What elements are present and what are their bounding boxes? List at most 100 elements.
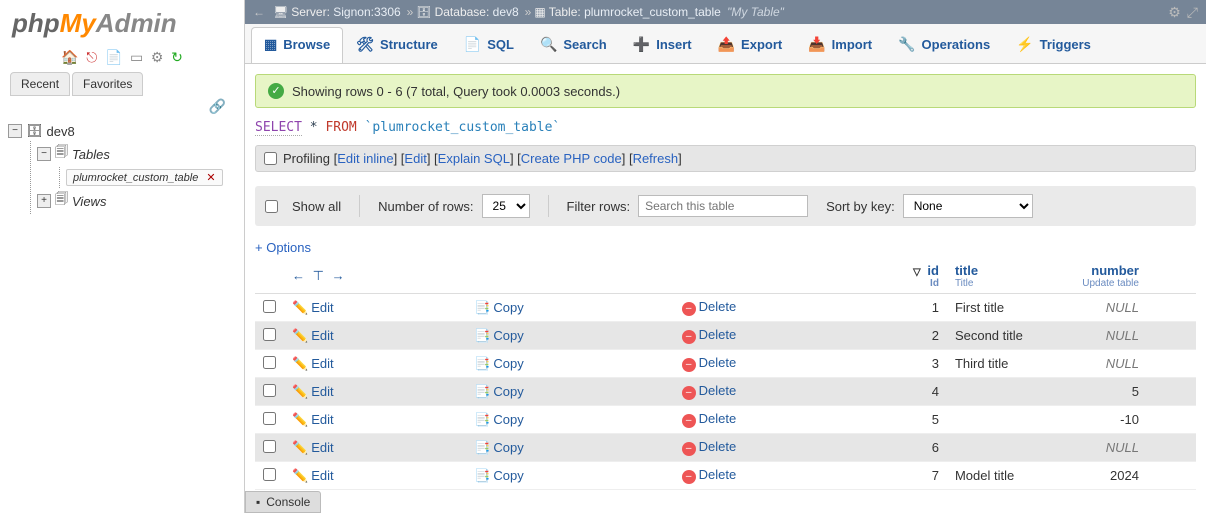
copy-action[interactable]: 📑Copy	[466, 322, 673, 350]
delete-action[interactable]: –Delete	[674, 322, 897, 350]
delete-action[interactable]: –Delete	[674, 294, 897, 322]
docs-icon[interactable]: 📄	[105, 49, 122, 65]
tables-label[interactable]: Tables	[72, 147, 110, 162]
cell-title[interactable]: Second title	[947, 322, 1057, 350]
edit-action[interactable]: ✏️Edit	[284, 406, 466, 434]
cell-id[interactable]: 2	[897, 322, 947, 350]
cell-number[interactable]: NULL	[1057, 294, 1147, 322]
table-chip[interactable]: plumrocket_custom_table ✕	[66, 169, 223, 186]
profiling-checkbox[interactable]	[264, 152, 277, 165]
cell-title[interactable]	[947, 406, 1057, 434]
tab-favorites[interactable]: Favorites	[72, 72, 143, 96]
cell-title[interactable]	[947, 378, 1057, 406]
row-checkbox[interactable]	[263, 468, 276, 481]
tab-import[interactable]: 📥Import	[795, 27, 885, 63]
link-icon[interactable]: 🔗	[0, 96, 244, 117]
row-checkbox[interactable]	[263, 440, 276, 453]
gear-icon[interactable]: ⚙	[1168, 4, 1181, 21]
delete-action[interactable]: –Delete	[674, 434, 897, 462]
filter-input[interactable]	[638, 195, 808, 217]
copy-action[interactable]: 📑Copy	[466, 462, 673, 490]
crumb-server[interactable]: Signon:3306	[333, 5, 400, 19]
console-toggle[interactable]: ▪ Console	[245, 491, 321, 513]
cell-id[interactable]: 5	[897, 406, 947, 434]
tree-toggle[interactable]: −	[37, 147, 51, 161]
cell-number[interactable]: NULL	[1057, 350, 1147, 378]
show-all-label[interactable]: Show all	[265, 199, 341, 214]
tab-browse[interactable]: ▦Browse	[251, 27, 343, 63]
col-id[interactable]: ▽ idId	[897, 259, 947, 294]
crumb-table[interactable]: plumrocket_custom_table	[584, 5, 721, 19]
tab-structure[interactable]: 🛠Structure	[343, 27, 451, 63]
crumb-db[interactable]: dev8	[493, 5, 519, 19]
edit-action[interactable]: ✏️Edit	[284, 378, 466, 406]
close-icon[interactable]: ✕	[206, 171, 215, 184]
copy-action[interactable]: 📑Copy	[466, 434, 673, 462]
delete-action[interactable]: –Delete	[674, 406, 897, 434]
copy-action[interactable]: 📑Copy	[466, 378, 673, 406]
cell-id[interactable]: 1	[897, 294, 947, 322]
tab-sql[interactable]: 📄SQL	[451, 27, 527, 63]
tab-triggers[interactable]: ⚡Triggers	[1003, 27, 1104, 63]
cell-number[interactable]: -10	[1057, 406, 1147, 434]
cell-title[interactable]: First title	[947, 294, 1057, 322]
fit-icon[interactable]: ⊤	[313, 268, 324, 283]
logo[interactable]: phpMyAdmin	[0, 0, 244, 47]
copy-action[interactable]: 📑Copy	[466, 294, 673, 322]
num-rows-select[interactable]: 25	[482, 194, 530, 218]
reload-icon[interactable]: ↻	[171, 49, 183, 65]
tab-search[interactable]: 🔍Search	[527, 27, 620, 63]
delete-action[interactable]: –Delete	[674, 462, 897, 490]
sql-icon[interactable]: ▭	[130, 49, 143, 65]
move-right-icon[interactable]: →	[332, 268, 345, 283]
refresh-link[interactable]: Refresh	[633, 151, 679, 166]
tab-operations[interactable]: 🔧Operations	[885, 27, 1003, 63]
logout-icon[interactable]: ⎋	[86, 49, 97, 65]
tree-toggle[interactable]: −	[8, 124, 22, 138]
create-php-link[interactable]: Create PHP code	[521, 151, 622, 166]
cell-number[interactable]: 2024	[1057, 462, 1147, 490]
delete-action[interactable]: –Delete	[674, 350, 897, 378]
edit-action[interactable]: ✏️Edit	[284, 294, 466, 322]
cell-title[interactable]: Third title	[947, 350, 1057, 378]
db-name[interactable]: dev8	[47, 124, 75, 139]
col-title[interactable]: titleTitle	[947, 259, 1057, 294]
move-left-icon[interactable]: ←	[292, 268, 305, 283]
explain-link[interactable]: Explain SQL	[438, 151, 510, 166]
options-link[interactable]: + Options	[255, 240, 1196, 255]
copy-action[interactable]: 📑Copy	[466, 406, 673, 434]
views-label[interactable]: Views	[72, 194, 106, 209]
tab-recent[interactable]: Recent	[10, 72, 70, 96]
cell-id[interactable]: 6	[897, 434, 947, 462]
cell-number[interactable]: NULL	[1057, 322, 1147, 350]
cell-title[interactable]	[947, 434, 1057, 462]
row-checkbox[interactable]	[263, 356, 276, 369]
show-all-checkbox[interactable]	[265, 200, 278, 213]
cell-id[interactable]: 3	[897, 350, 947, 378]
cell-id[interactable]: 7	[897, 462, 947, 490]
tab-export[interactable]: 📤Export	[705, 27, 796, 63]
cell-id[interactable]: 4	[897, 378, 947, 406]
copy-action[interactable]: 📑Copy	[466, 350, 673, 378]
edit-inline-link[interactable]: Edit inline	[337, 151, 393, 166]
col-number[interactable]: numberUpdate table	[1057, 259, 1147, 294]
row-checkbox[interactable]	[263, 328, 276, 341]
edit-action[interactable]: ✏️Edit	[284, 350, 466, 378]
row-checkbox[interactable]	[263, 412, 276, 425]
sort-key-select[interactable]: None	[903, 194, 1033, 218]
delete-action[interactable]: –Delete	[674, 378, 897, 406]
edit-action[interactable]: ✏️Edit	[284, 434, 466, 462]
edit-action[interactable]: ✏️Edit	[284, 462, 466, 490]
tab-insert[interactable]: ➕Insert	[620, 27, 705, 63]
cell-title[interactable]: Model title	[947, 462, 1057, 490]
tree-toggle[interactable]: +	[37, 194, 51, 208]
expand-icon[interactable]: ⤢	[1187, 4, 1198, 21]
edit-link[interactable]: Edit	[404, 151, 426, 166]
row-checkbox[interactable]	[263, 384, 276, 397]
row-checkbox[interactable]	[263, 300, 276, 313]
settings-icon[interactable]: ⚙	[151, 49, 164, 65]
cell-number[interactable]: NULL	[1057, 434, 1147, 462]
cell-number[interactable]: 5	[1057, 378, 1147, 406]
collapse-icon[interactable]: ←	[253, 5, 265, 19]
edit-action[interactable]: ✏️Edit	[284, 322, 466, 350]
